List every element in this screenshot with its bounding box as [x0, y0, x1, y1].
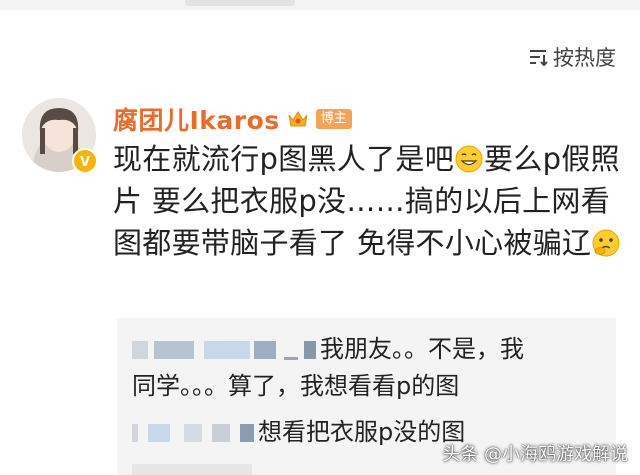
svg-text:V: V: [80, 155, 90, 170]
reply-1-text-a: 我朋友。。不是，我: [320, 335, 524, 363]
mask-block: [304, 341, 316, 359]
masked-username: [132, 336, 316, 364]
sort-by-heat-button[interactable]: 按热度: [527, 42, 616, 72]
post-text-part3: 辽: [562, 226, 592, 260]
post-header: 腐团儿Ikaros 博主: [113, 101, 352, 137]
reply-2: 想看把衣服p没的图: [132, 415, 465, 449]
mask-block: [132, 464, 252, 475]
mask-block: [148, 424, 170, 442]
cutoff-text: [132, 463, 252, 475]
blogger-tag: 博主: [315, 109, 352, 129]
masked-username: [132, 419, 254, 447]
reply-2-text: 想看把衣服p没的图: [258, 418, 466, 446]
top-strip: [0, 0, 640, 10]
avatar[interactable]: V: [22, 98, 98, 174]
mask-block: [204, 341, 250, 359]
thinking-emoji-icon: [592, 229, 620, 257]
mask-block: [240, 424, 254, 442]
mask-block: [132, 341, 148, 359]
username-link[interactable]: 腐团儿Ikaros: [113, 101, 280, 137]
grin-emoji-icon: [455, 145, 483, 173]
post-content: 现在就流行p图黑人了是吧 要么p假照片 要么把衣服p没……搞的以后上网看图都要带脑…: [113, 138, 633, 264]
mask-block: [154, 341, 194, 359]
mask-block: [254, 341, 276, 359]
post-text-part1: 现在就流行p图黑人了是吧: [113, 142, 455, 176]
mask-block: [212, 424, 230, 442]
mask-block: [284, 357, 298, 360]
sort-icon: [530, 50, 548, 67]
top-pill: [185, 0, 295, 6]
watermark-text: 头条 @小海鸥游戏解说: [442, 444, 628, 465]
reply-1: 我朋友。。不是，我: [132, 332, 524, 366]
reply-1-continued: 同学。。。算了，我想看看p的图: [132, 369, 459, 403]
verified-badge-icon: V: [72, 148, 98, 174]
watermark: 头条 @小海鸥游戏解说: [442, 440, 628, 466]
sort-label: 按热度: [553, 46, 616, 70]
mask-block: [184, 424, 202, 442]
reply-1-text-b: 同学。。。算了，我想看看p的图: [132, 372, 460, 400]
mask-block: [132, 424, 138, 442]
crown-icon: [288, 111, 308, 127]
